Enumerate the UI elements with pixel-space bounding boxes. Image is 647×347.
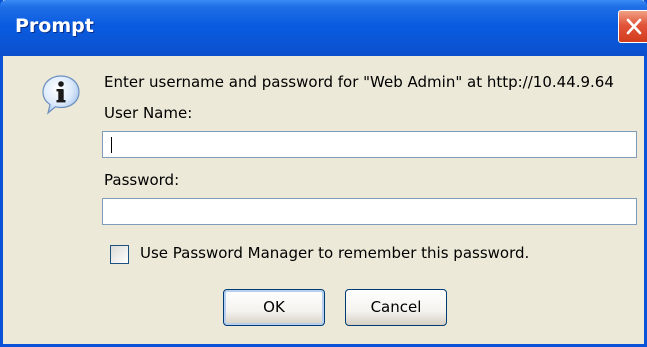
username-label: User Name:: [104, 104, 193, 122]
username-field[interactable]: [102, 131, 637, 158]
prompt-message: Enter username and password for "Web Adm…: [104, 73, 614, 91]
remember-password-label[interactable]: Use Password Manager to remember this pa…: [140, 244, 529, 262]
prompt-dialog: Prompt Enter username and password for "…: [0, 0, 647, 347]
password-label: Password:: [104, 171, 180, 189]
info-icon: [42, 75, 80, 115]
password-field[interactable]: [102, 198, 637, 225]
title-bar[interactable]: Prompt: [0, 0, 647, 56]
close-button[interactable]: [618, 10, 647, 43]
dialog-title: Prompt: [15, 15, 94, 37]
ok-button[interactable]: OK: [223, 289, 325, 326]
close-icon: [626, 18, 642, 35]
cancel-button[interactable]: Cancel: [345, 289, 447, 326]
text-caret: [111, 137, 112, 153]
remember-password-checkbox[interactable]: [110, 245, 129, 264]
